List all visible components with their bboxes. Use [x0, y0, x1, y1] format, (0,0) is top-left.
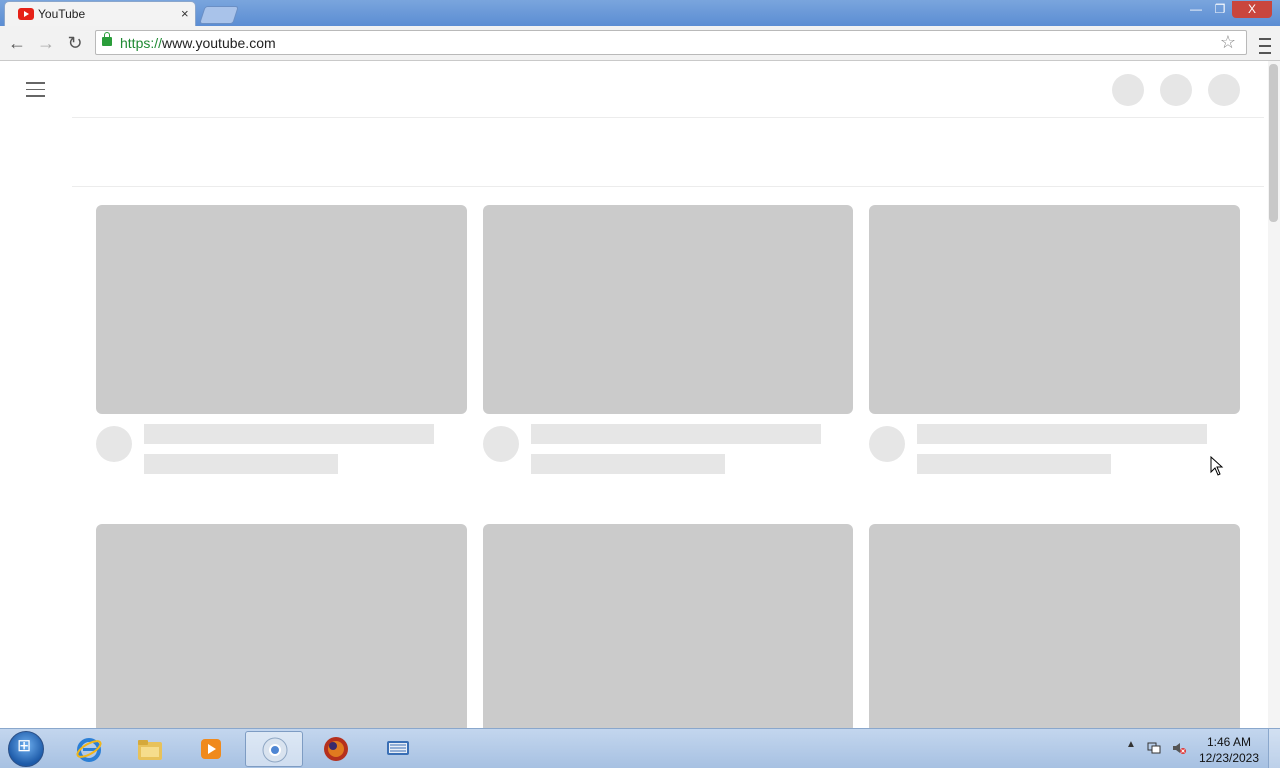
back-icon[interactable]: ← [5, 31, 29, 55]
avatar-placeholder [96, 426, 132, 462]
title-placeholder [917, 424, 1207, 444]
taskbar-on-screen-keyboard[interactable] [369, 731, 427, 767]
scrollbar-thumb[interactable] [1269, 64, 1278, 222]
header-placeholder-circle [1160, 74, 1192, 106]
video-card-placeholder [483, 524, 853, 728]
thumbnail-placeholder [869, 524, 1240, 728]
chrome-icon [262, 737, 288, 763]
guide-menu-icon[interactable] [26, 82, 46, 98]
restore-button[interactable]: ❐ [1208, 1, 1232, 18]
close-window-button[interactable]: X [1232, 1, 1272, 18]
title-placeholder [531, 424, 821, 444]
thumbnail-placeholder [483, 524, 853, 728]
thumbnail-placeholder [96, 205, 467, 414]
taskbar-windows-explorer[interactable] [121, 731, 179, 767]
network-icon[interactable] [1147, 741, 1161, 755]
minimize-button[interactable]: — [1184, 1, 1208, 18]
media-player-icon [201, 739, 221, 759]
tab-title: YouTube [38, 7, 86, 21]
bookmark-star-icon[interactable]: ☆ [1220, 32, 1236, 53]
start-button[interactable] [8, 731, 44, 767]
youtube-page [0, 61, 1268, 728]
url-text[interactable]: https://www.youtube.com [120, 35, 276, 51]
video-card-placeholder [96, 524, 467, 728]
meta-placeholder [144, 454, 338, 474]
video-card-placeholder [869, 524, 1240, 728]
keyboard-icon [387, 741, 409, 755]
tab-close-icon[interactable]: × [181, 6, 189, 21]
chips-divider [72, 186, 1264, 187]
new-tab-button[interactable] [199, 6, 239, 24]
lock-icon [102, 32, 112, 46]
clock-time: 1:46 AM [1206, 735, 1252, 749]
firefox-icon [324, 737, 348, 761]
meta-placeholder [531, 454, 725, 474]
show-desktop-button[interactable] [1268, 729, 1280, 768]
avatar-placeholder [869, 426, 905, 462]
address-bar[interactable]: https://www.youtube.com ☆ [95, 30, 1247, 55]
taskbar-chrome[interactable] [245, 731, 303, 767]
chrome-menu-icon[interactable] [1256, 31, 1274, 55]
folder-icon [138, 740, 162, 760]
video-card-placeholder [483, 205, 853, 485]
video-card-placeholder [869, 205, 1240, 485]
meta-placeholder [917, 454, 1111, 474]
reload-icon[interactable]: ↻ [63, 31, 87, 55]
volume-muted-icon[interactable] [1172, 741, 1186, 755]
thumbnail-placeholder [869, 205, 1240, 414]
taskbar-firefox[interactable] [307, 731, 365, 767]
tray-expand-icon[interactable]: ▲ [1126, 739, 1136, 750]
youtube-favicon-icon [18, 8, 34, 20]
taskbar-clock[interactable]: 1:46 AM 12/23/2023 [1196, 734, 1262, 766]
browser-toolbar: ← → ↻ https://www.youtube.com ☆ [0, 26, 1280, 61]
title-placeholder [144, 424, 434, 444]
url-host: www.youtube.com [162, 35, 276, 51]
header-placeholder-circle [1112, 74, 1144, 106]
clock-date: 12/23/2023 [1198, 751, 1260, 765]
header-divider [72, 117, 1264, 118]
taskbar-media-player[interactable] [182, 731, 240, 767]
header-placeholder-circle [1208, 74, 1240, 106]
thumbnail-placeholder [96, 524, 467, 728]
url-scheme: https:// [120, 35, 163, 51]
avatar-placeholder [483, 426, 519, 462]
taskbar-internet-explorer[interactable] [60, 731, 118, 767]
thumbnail-placeholder [483, 205, 853, 414]
video-card-placeholder [96, 205, 467, 485]
windows-taskbar: ▲ 1:46 AM 12/23/2023 [0, 728, 1280, 768]
browser-titlebar: YouTube × — ❐ X [0, 0, 1280, 26]
forward-icon[interactable]: → [34, 31, 58, 55]
internet-explorer-icon [76, 738, 102, 762]
tab-youtube[interactable]: YouTube × [4, 1, 196, 26]
